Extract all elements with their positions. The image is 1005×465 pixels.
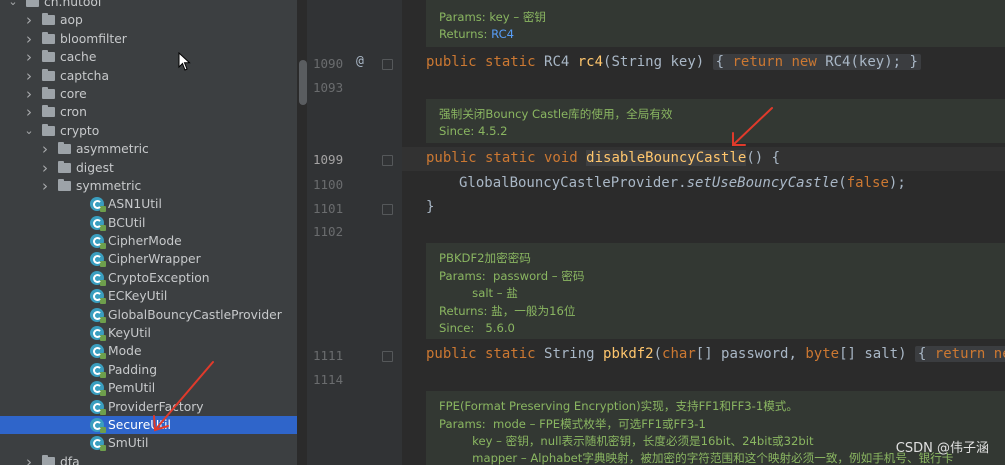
arrow-secureutil bbox=[154, 361, 214, 431]
watermark: CSDN @伟子涵 bbox=[895, 441, 989, 456]
arrow-disablebouncycastle bbox=[732, 107, 773, 146]
annotation-arrows bbox=[153, 107, 773, 432]
